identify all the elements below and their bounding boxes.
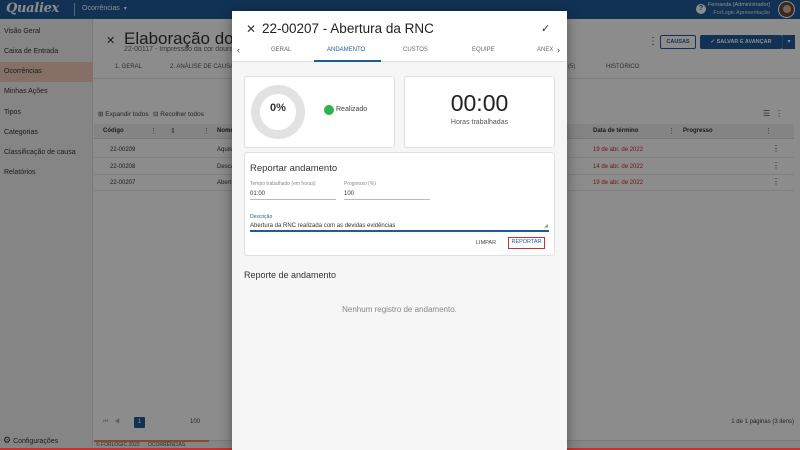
modal-header: ✕ 22-00207 - Abertura da RNC ✓ ‹ GERAL A… bbox=[232, 11, 567, 62]
progress-input-label: Progresso (%) bbox=[344, 181, 376, 187]
action-modal: ✕ 22-00207 - Abertura da RNC ✓ ‹ GERAL A… bbox=[232, 11, 567, 450]
time-worked-input[interactable]: 01:00 bbox=[250, 191, 265, 197]
report-button[interactable]: REPORTAR bbox=[508, 237, 545, 249]
tab-geral[interactable]: GERAL bbox=[271, 47, 291, 53]
timer-value: 00:00 bbox=[450, 90, 509, 116]
tab-custos[interactable]: CUSTOS bbox=[403, 47, 428, 53]
time-worked-label: Tempo trabalhado (em horas) bbox=[250, 181, 316, 187]
resize-handle-icon[interactable]: ◢ bbox=[544, 223, 548, 229]
description-underline bbox=[250, 230, 549, 232]
status-dot-icon bbox=[324, 105, 334, 115]
description-textarea[interactable]: Abertura da RNC realizada com as devidas… bbox=[250, 223, 395, 229]
time-worked-underline bbox=[250, 199, 336, 200]
status-label: Realizado bbox=[336, 106, 368, 113]
progress-percent: 0% bbox=[270, 102, 286, 114]
report-title: Reportar andamento bbox=[250, 163, 338, 174]
progress-input[interactable]: 100 bbox=[344, 191, 354, 197]
check-icon[interactable]: ✓ bbox=[541, 22, 550, 35]
description-label: Descrição bbox=[250, 214, 273, 220]
tab-equipe[interactable]: EQUIPE bbox=[472, 47, 495, 53]
log-empty-message: Nenhum registro de andamento. bbox=[342, 305, 457, 314]
modal-title: 22-00207 - Abertura da RNC bbox=[262, 21, 434, 36]
chevron-right-icon[interactable]: › bbox=[557, 45, 560, 55]
tab-anexos[interactable]: ANEX bbox=[537, 47, 553, 53]
close-icon[interactable]: ✕ bbox=[246, 22, 256, 36]
active-tab-indicator bbox=[314, 60, 381, 62]
clear-button[interactable]: LIMPAR bbox=[476, 240, 496, 246]
timer-label: Horas trabalhadas bbox=[450, 119, 509, 126]
chevron-left-icon[interactable]: ‹ bbox=[237, 45, 240, 55]
tab-andamento[interactable]: ANDAMENTO bbox=[327, 47, 365, 53]
log-title: Reporte de andamento bbox=[244, 270, 337, 280]
progress-input-underline bbox=[344, 199, 430, 200]
